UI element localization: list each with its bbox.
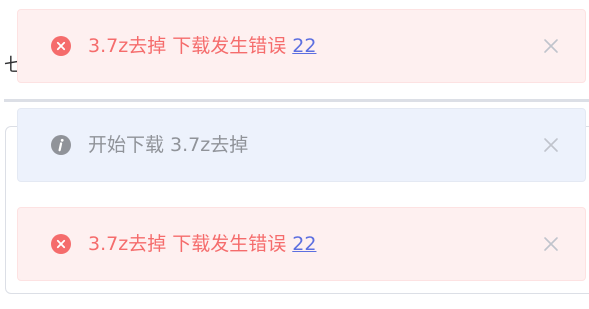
close-icon[interactable] [543, 137, 559, 153]
notification-message: 3.7z去掉 下载发生错误 22 [88, 34, 316, 58]
notification-message-text: 3.7z去掉 下载发生错误 [88, 233, 287, 255]
close-icon[interactable] [543, 236, 559, 252]
notification-error-1: 3.7z去掉 下载发生错误 22 [17, 9, 586, 83]
notification-message: 开始下载 3.7z去掉 [88, 134, 249, 156]
notification-link[interactable]: 22 [292, 35, 316, 57]
page: 七 3.7z去掉 下载发生错误 22 开始下载 3.7z去掉 3.7z去掉 下载… [0, 0, 589, 309]
error-circle-icon [51, 36, 71, 56]
notification-link[interactable]: 22 [292, 233, 316, 255]
notification-message-text: 3.7z去掉 下载发生错误 [88, 35, 287, 57]
notification-error-2: 3.7z去掉 下载发生错误 22 [17, 207, 586, 281]
error-circle-icon [51, 234, 71, 254]
background-divider [4, 99, 589, 102]
notification-message: 3.7z去掉 下载发生错误 22 [88, 232, 316, 256]
info-circle-icon [51, 135, 71, 155]
notification-info: 开始下载 3.7z去掉 [17, 108, 586, 182]
close-icon[interactable] [543, 38, 559, 54]
